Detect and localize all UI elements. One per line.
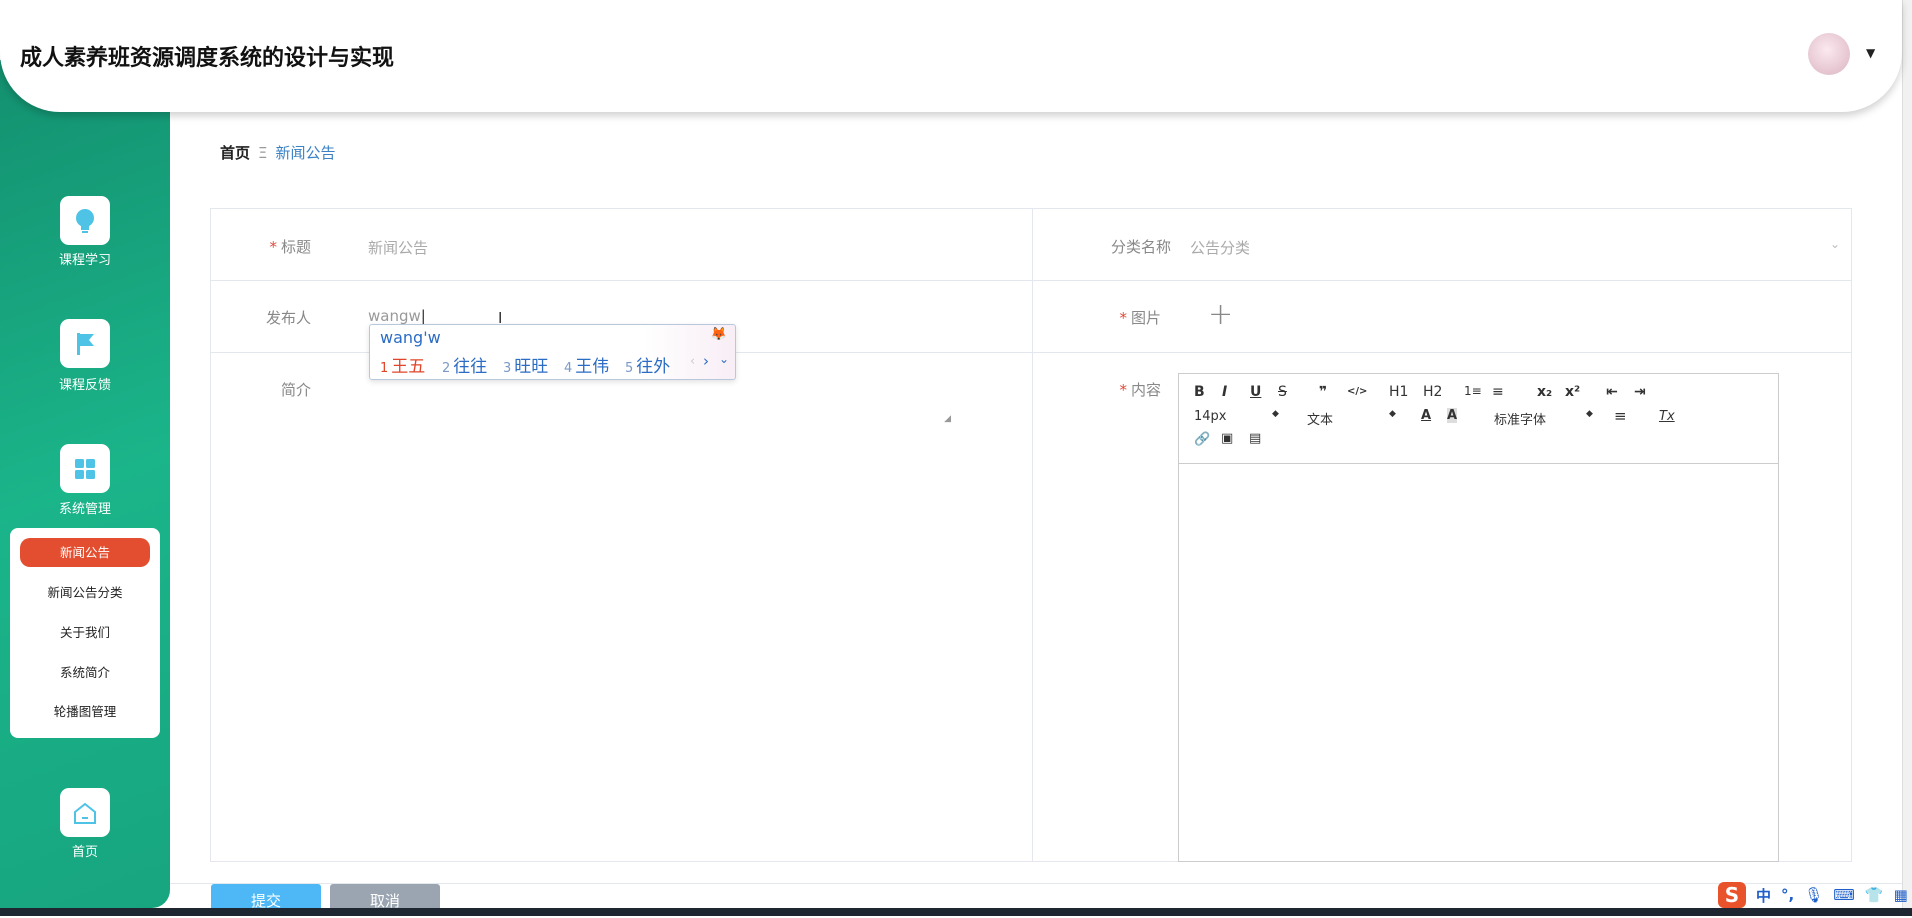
strike-button[interactable]: S bbox=[1278, 384, 1287, 400]
grid-icon bbox=[75, 458, 95, 479]
editor-content-area[interactable] bbox=[1179, 464, 1778, 860]
add-image-plus-icon[interactable]: + bbox=[1208, 297, 1233, 332]
category-select[interactable]: 公告分类 ⌄ bbox=[1190, 237, 1840, 267]
sort-icon: ◆ bbox=[1272, 409, 1279, 419]
superscript-button[interactable]: x² bbox=[1565, 384, 1580, 400]
image-label: * 图片 bbox=[1071, 307, 1161, 328]
summary-label: 简介 bbox=[280, 381, 311, 399]
h1-button[interactable]: H1 bbox=[1389, 384, 1408, 400]
sidebar-label: 首页 bbox=[71, 845, 98, 860]
ime-candidate[interactable]: 1 王五 bbox=[380, 352, 425, 377]
ime-candidate[interactable]: 5 往外 bbox=[625, 352, 670, 377]
title-label: * 标题 bbox=[251, 236, 311, 257]
user-avatar[interactable] bbox=[1808, 33, 1850, 75]
image-icon[interactable]: ▣ bbox=[1221, 431, 1233, 446]
required-mark: * bbox=[1119, 381, 1127, 399]
punctuation-toggle[interactable]: °, bbox=[1781, 886, 1794, 904]
submenu-item-about-us[interactable]: 关于我们 bbox=[20, 618, 150, 647]
h2-button[interactable]: H2 bbox=[1423, 384, 1442, 400]
clean-format-button[interactable]: Tx bbox=[1659, 409, 1675, 424]
system-submenu: 新闻公告 新闻公告分类 关于我们 系统简介 轮播图管理 bbox=[10, 528, 160, 738]
breadcrumb-separator: Ξ bbox=[258, 144, 268, 162]
ime-next-icon[interactable]: › bbox=[703, 352, 709, 370]
background-color-icon[interactable]: A bbox=[1447, 408, 1458, 423]
ime-composition: wang'w bbox=[380, 328, 441, 347]
sidebar-label: 系统管理 bbox=[58, 502, 111, 517]
breadcrumb-current: 新闻公告 bbox=[275, 144, 336, 162]
breadcrumb: 首页 Ξ 新闻公告 bbox=[220, 142, 336, 163]
font-family-select[interactable]: 标准字体 bbox=[1494, 409, 1546, 428]
submenu-item-news-category[interactable]: 新闻公告分类 bbox=[20, 578, 150, 607]
lightbulb-icon bbox=[76, 208, 94, 233]
top-header: 成人素养班资源调度系统的设计与实现 ▼ bbox=[0, 0, 1902, 112]
submenu-item-carousel[interactable]: 轮播图管理 bbox=[20, 697, 150, 726]
underline-button[interactable]: U bbox=[1250, 384, 1261, 400]
subscript-button[interactable]: x₂ bbox=[1537, 384, 1552, 400]
title-input[interactable]: 新闻公告 bbox=[368, 237, 1008, 267]
ime-candidate[interactable]: 2 往往 bbox=[442, 352, 487, 377]
required-mark: * bbox=[1119, 309, 1127, 327]
ime-candidate[interactable]: 4 王伟 bbox=[564, 352, 609, 377]
publisher-value: wangw bbox=[368, 307, 421, 325]
content-label-text: 内容 bbox=[1130, 381, 1161, 399]
align-icon[interactable]: ≡ bbox=[1614, 407, 1627, 425]
keyboard-icon[interactable]: ⌨ bbox=[1833, 886, 1855, 904]
ime-mode-toggle[interactable]: 中 bbox=[1756, 885, 1771, 906]
flag-icon bbox=[77, 332, 94, 355]
title-label-text: 标题 bbox=[280, 238, 311, 256]
indent-button[interactable]: ⇥ bbox=[1634, 384, 1646, 400]
font-size-select[interactable]: 14px bbox=[1194, 409, 1227, 424]
ime-toolbar: S 中 °, 🎙 ⌨ 👕 ▦ 🦊 bbox=[1718, 882, 1912, 908]
sidebar-item-system-management[interactable] bbox=[60, 444, 110, 493]
ime-candidate[interactable]: 3 旺旺 bbox=[503, 352, 548, 377]
sidebar-item-course-feedback[interactable] bbox=[60, 319, 110, 368]
blockquote-button[interactable]: ❞ bbox=[1319, 384, 1327, 400]
ime-mascot-icon: 🦊 bbox=[710, 327, 727, 342]
app-title: 成人素养班资源调度系统的设计与实现 bbox=[20, 46, 395, 71]
microphone-icon[interactable]: 🎙 bbox=[1804, 886, 1823, 904]
chevron-down-icon: ⌄ bbox=[1829, 237, 1840, 251]
sort-icon: ◆ bbox=[1586, 409, 1593, 419]
caret-down-icon[interactable]: ▼ bbox=[1866, 46, 1875, 60]
italic-button[interactable]: I bbox=[1222, 384, 1227, 400]
category-value: 公告分类 bbox=[1190, 239, 1251, 257]
skin-icon[interactable]: 👕 bbox=[1865, 886, 1884, 904]
breadcrumb-home[interactable]: 首页 bbox=[220, 144, 250, 162]
sogou-logo-icon[interactable]: S bbox=[1718, 882, 1746, 908]
news-form: * 标题 新闻公告 分类名称 公告分类 ⌄ 发布人 wangw| I * 图片 + 简介… bbox=[210, 208, 1852, 862]
rich-text-editor: B I U S ❞ </> H1 H2 1≡ ≡ x₂ x² ⇤ ⇥ 14px … bbox=[1178, 373, 1779, 862]
divider bbox=[211, 280, 1851, 281]
font-color-icon[interactable]: A bbox=[1421, 408, 1431, 423]
link-icon[interactable]: 🔗 bbox=[1194, 432, 1210, 447]
sort-icon: ◆ bbox=[1389, 409, 1396, 419]
content-label: * 内容 bbox=[1071, 379, 1161, 400]
outdent-button[interactable]: ⇤ bbox=[1606, 384, 1618, 400]
resize-handle-icon[interactable]: ◢ bbox=[944, 414, 951, 424]
bullet-list-button[interactable]: ≡ bbox=[1492, 384, 1504, 400]
toolbox-icon[interactable]: ▦ bbox=[1894, 886, 1908, 904]
ordered-list-button[interactable]: 1≡ bbox=[1464, 384, 1482, 398]
required-mark: * bbox=[269, 238, 277, 256]
image-label-text: 图片 bbox=[1130, 309, 1161, 327]
category-label: 分类名称 bbox=[1110, 238, 1171, 256]
os-taskbar bbox=[0, 908, 1912, 916]
sidebar-label: 课程反馈 bbox=[58, 378, 111, 393]
code-block-button[interactable]: </> bbox=[1347, 386, 1367, 397]
ime-prev-icon[interactable]: ‹ bbox=[690, 354, 695, 369]
sidebar-item-course-study[interactable] bbox=[60, 196, 110, 245]
header-select[interactable]: 文本 bbox=[1307, 409, 1333, 428]
page-scrollbar[interactable] bbox=[1902, 0, 1912, 908]
publisher-label: 发布人 bbox=[265, 309, 311, 327]
video-icon[interactable]: ▤ bbox=[1249, 431, 1261, 446]
sidebar-label: 课程学习 bbox=[58, 253, 111, 268]
editor-toolbar: B I U S ❞ </> H1 H2 1≡ ≡ x₂ x² ⇤ ⇥ 14px … bbox=[1179, 374, 1778, 464]
sidebar-item-home[interactable] bbox=[60, 788, 110, 837]
home-icon bbox=[74, 802, 96, 824]
submenu-item-system-intro[interactable]: 系统简介 bbox=[20, 658, 150, 687]
bold-button[interactable]: B bbox=[1194, 384, 1205, 400]
ime-candidate-popup: wang'w 🦊 1 王五 2 往往 3 旺旺 4 王伟 5 往外 ‹ › ⌄ bbox=[369, 324, 736, 380]
ime-expand-icon[interactable]: ⌄ bbox=[719, 352, 729, 366]
submenu-item-news[interactable]: 新闻公告 bbox=[20, 538, 150, 567]
divider bbox=[1032, 209, 1033, 861]
